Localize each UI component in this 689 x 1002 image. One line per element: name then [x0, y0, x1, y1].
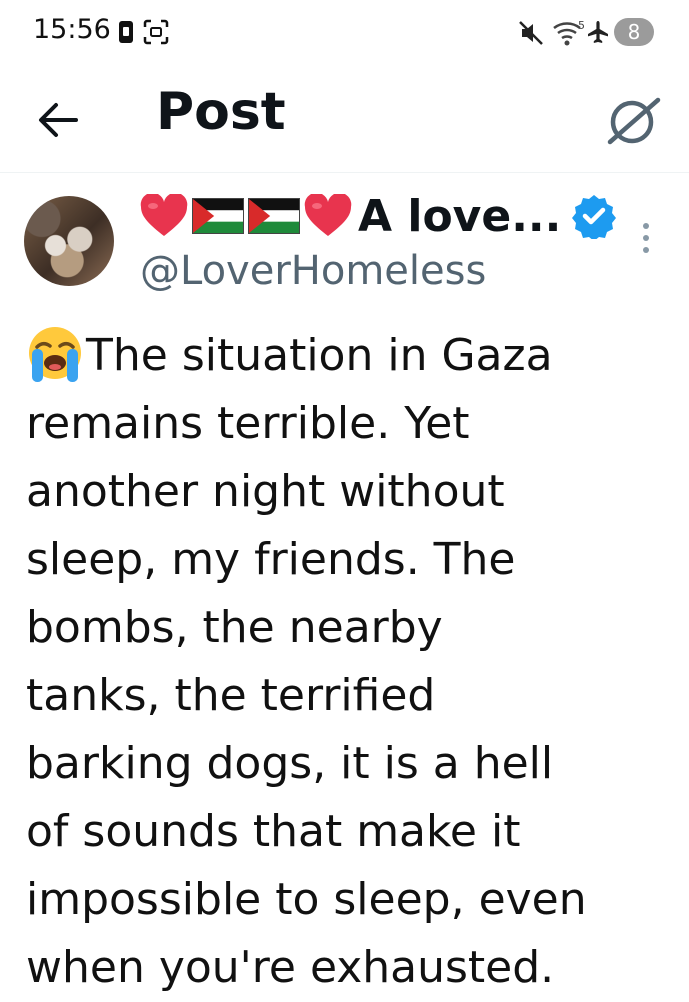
post-text-line-4: sleep, my friends. The — [26, 534, 516, 585]
author-name-row[interactable]: A love... — [140, 188, 617, 244]
author-handle[interactable]: @LoverHomeless — [140, 248, 486, 294]
post-text-line-7: barking dogs, it is a hell — [26, 738, 554, 789]
wifi-icon: 5 — [553, 19, 585, 46]
author-avatar[interactable] — [24, 196, 114, 286]
post-text-line-2: remains terrible. Yet — [26, 398, 470, 449]
grok-icon — [607, 97, 661, 145]
status-bar: 15:56 5 8 — [0, 0, 689, 64]
mute-icon — [519, 21, 543, 45]
wifi-band-label: 5 — [578, 19, 585, 32]
loudly-crying-face-emoji — [29, 327, 81, 382]
post-text-line-1: The situation in Gaza — [86, 330, 553, 381]
post-text: The situation in Gaza remains terrible. … — [26, 322, 666, 1002]
status-time: 15:56 — [33, 14, 111, 45]
page-title: Post — [156, 82, 286, 142]
post-text-line-5: bombs, the nearby — [26, 602, 443, 653]
screenshot-icon — [143, 19, 169, 45]
post-text-line-6: tanks, the terrified — [26, 670, 436, 721]
red-heart-emoji — [304, 194, 352, 236]
post-text-line-8: of sounds that make it — [26, 806, 521, 857]
more-options-button[interactable] — [634, 218, 658, 258]
author-display-name[interactable]: A love... — [358, 191, 561, 242]
grok-button[interactable] — [600, 92, 666, 148]
post-text-line-9: impossible to sleep, even — [26, 874, 587, 925]
verified-badge-icon — [572, 195, 617, 239]
arrow-left-icon — [39, 103, 78, 137]
back-button[interactable] — [30, 92, 86, 148]
palestine-flag-emoji — [192, 198, 244, 234]
sim-card-icon — [119, 21, 133, 43]
app-bar: Post — [0, 64, 689, 173]
battery-indicator: 8 — [614, 18, 654, 46]
more-vertical-icon — [643, 223, 649, 253]
airplane-icon — [588, 21, 608, 43]
red-heart-emoji — [140, 194, 188, 236]
post-text-line: The situation in Gaza — [26, 322, 666, 390]
post-text-line-10: when you're exhausted. — [26, 942, 555, 993]
post-text-line-3: another night without — [26, 466, 505, 517]
palestine-flag-emoji — [248, 198, 300, 234]
